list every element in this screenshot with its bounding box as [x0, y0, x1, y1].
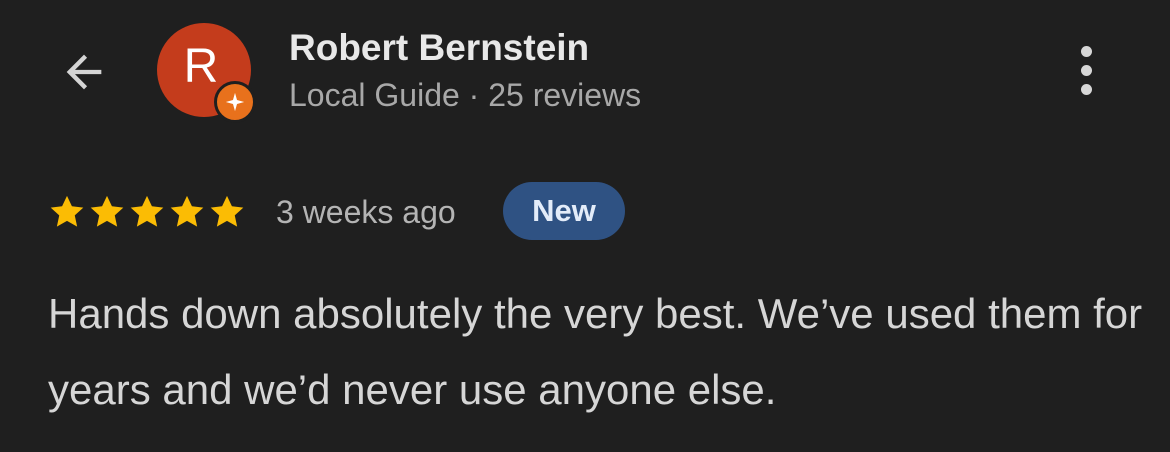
- reviewer-name[interactable]: Robert Bernstein: [289, 26, 589, 70]
- star-icon: [130, 195, 164, 227]
- sparkle-icon: [225, 92, 245, 112]
- star-icon: [210, 195, 244, 227]
- meta-separator: ·: [468, 77, 480, 113]
- back-button[interactable]: [54, 44, 114, 100]
- star-rating: [48, 190, 246, 234]
- star-icon: [50, 195, 84, 227]
- reviewer-meta: Local Guide · 25 reviews: [289, 76, 641, 114]
- star-icon: [170, 195, 204, 227]
- more-vert-icon-dot: [1080, 64, 1092, 76]
- more-vert-icon-dot: [1080, 83, 1092, 95]
- arrow-back-icon: [66, 54, 102, 90]
- star-icon: [90, 195, 124, 227]
- review-count: 25 reviews: [488, 77, 642, 113]
- new-badge: New: [503, 182, 625, 240]
- reviewer-level: Local Guide: [289, 77, 460, 113]
- more-vert-icon-dot: [1080, 45, 1092, 57]
- review-time: 3 weeks ago: [276, 194, 456, 230]
- avatar-letter: R: [183, 40, 219, 93]
- review-text: Hands down absolutely the very best. We’…: [48, 290, 1143, 413]
- review-screen: R Robert Bernstein Local Guide · 25 revi…: [0, 0, 1170, 452]
- local-guide-badge-icon: [214, 81, 256, 123]
- more-options-button[interactable]: [1064, 40, 1108, 100]
